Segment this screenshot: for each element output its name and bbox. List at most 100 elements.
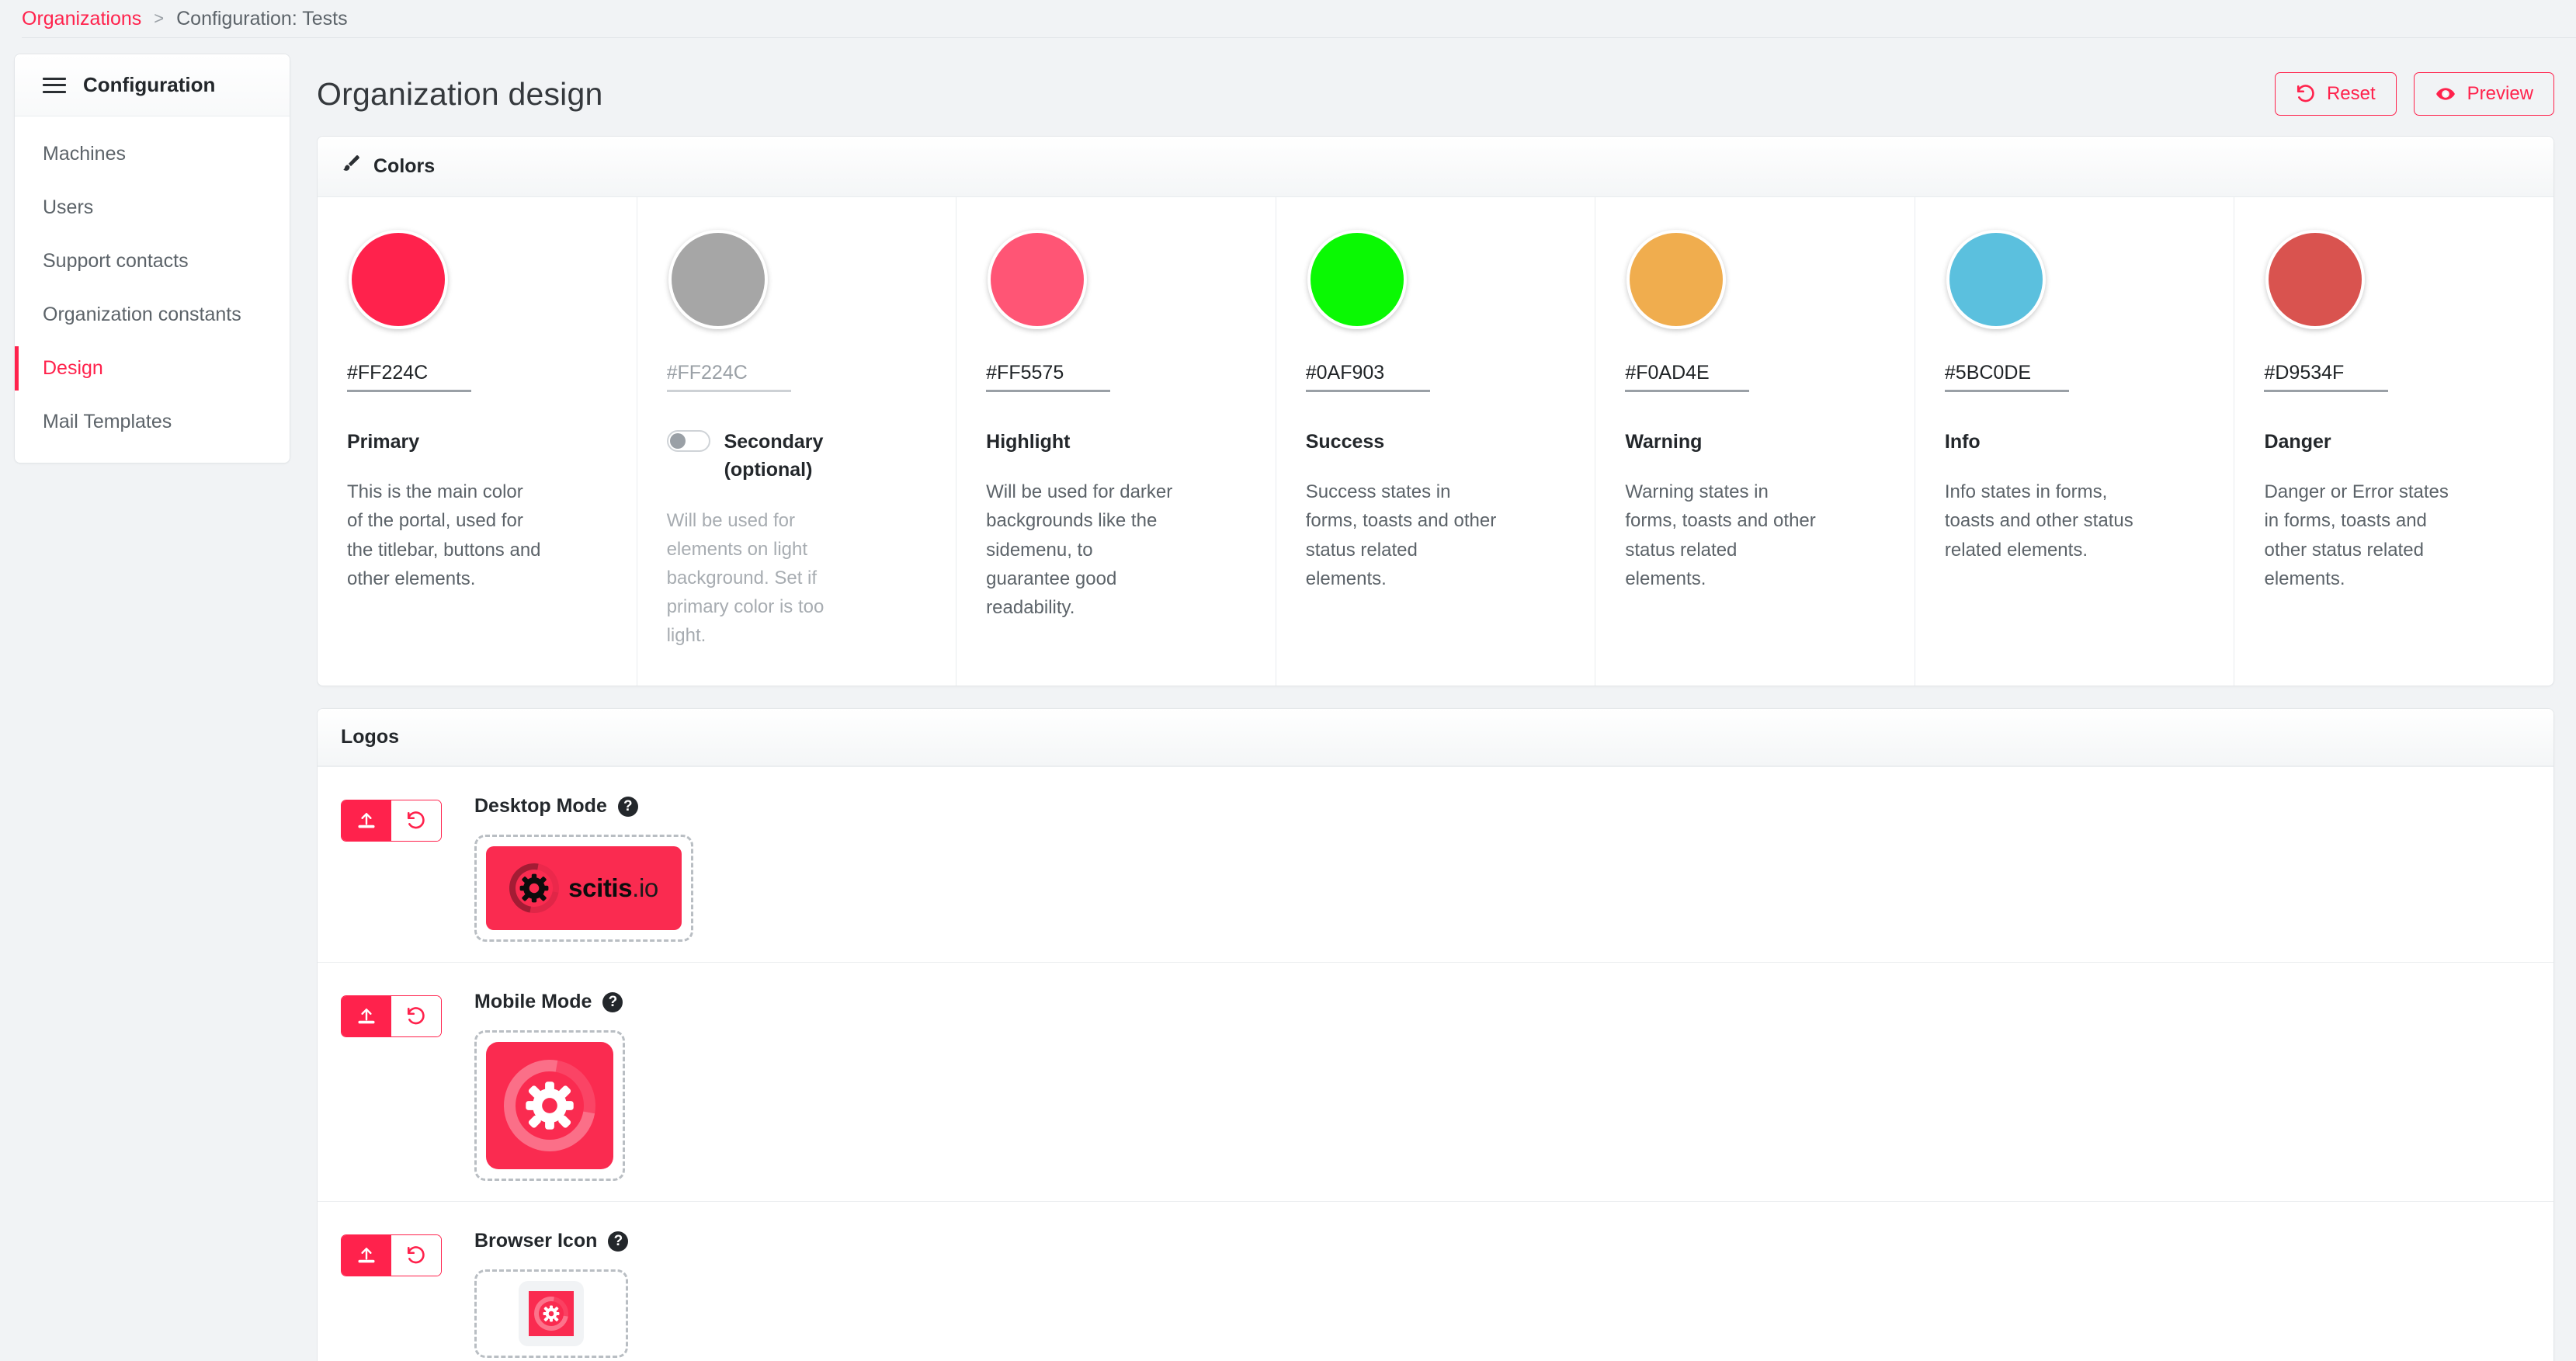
page-shell: Configuration Machines Users Support con… xyxy=(0,38,2576,1361)
sidebar-item-organization-constants[interactable]: Organization constants xyxy=(15,288,290,342)
colors-panel: Colors Primary This is the main color of… xyxy=(317,136,2554,687)
logos-panel-title: Logos xyxy=(341,726,399,748)
color-label-warning: Warning xyxy=(1625,431,1703,453)
logo-meta-desktop: Desktop Mode ? scitis.io xyxy=(474,795,693,943)
logo-row-mobile-mode: Mobile Mode ? xyxy=(318,962,2553,1201)
color-label-highlight: Highlight xyxy=(986,431,1071,453)
color-card-secondary: Secondary (optional) Will be used for el… xyxy=(636,197,956,686)
breadcrumb-separator-icon: > xyxy=(154,9,165,28)
color-swatch-primary[interactable] xyxy=(349,230,448,329)
hex-field-danger[interactable] xyxy=(2264,362,2389,392)
upload-button-desktop[interactable] xyxy=(342,800,391,842)
logos-panel: Logos Desktop Mode ? scitis.io Mobile Mo… xyxy=(317,708,2554,1361)
color-label-success: Success xyxy=(1305,431,1385,453)
sidebar-item-users[interactable]: Users xyxy=(15,181,290,234)
color-swatch-info[interactable] xyxy=(1946,230,2046,329)
upload-button-browser[interactable] xyxy=(342,1235,391,1276)
hex-field-info[interactable] xyxy=(1944,362,2069,392)
color-card-info: Info Info states in forms, toasts and ot… xyxy=(1914,197,2234,686)
sidebar-item-design[interactable]: Design xyxy=(15,342,290,395)
sidebar-item-support-contacts[interactable]: Support contacts xyxy=(15,234,290,288)
hex-input-primary[interactable] xyxy=(347,362,471,384)
logo-label-mobile: Mobile Mode ? xyxy=(474,991,625,1013)
revert-button-mobile[interactable] xyxy=(391,996,441,1037)
hex-input-success[interactable] xyxy=(1305,362,1430,384)
undo-icon xyxy=(407,1246,425,1264)
logo-preview-mobile xyxy=(485,1042,614,1170)
color-card-success: Success Success states in forms, toasts … xyxy=(1275,197,1595,686)
color-swatch-success[interactable] xyxy=(1307,230,1407,329)
revert-button-browser[interactable] xyxy=(391,1235,441,1276)
sidebar-item-machines[interactable]: Machines xyxy=(15,127,290,181)
sidebar: Configuration Machines Users Support con… xyxy=(0,38,317,1361)
gear-icon xyxy=(527,1290,575,1338)
question-mark-icon[interactable]: ? xyxy=(602,991,623,1012)
page-title: Organization design xyxy=(317,75,603,112)
color-card-danger: Danger Danger or Error states in forms, … xyxy=(2234,197,2553,686)
color-card-primary: Primary This is the main color of the po… xyxy=(318,197,637,686)
logo-preview-browser xyxy=(527,1290,575,1338)
colors-grid: Primary This is the main color of the po… xyxy=(318,197,2553,686)
color-description-info: Info states in forms, toasts and other s… xyxy=(1944,481,2133,561)
hex-field-primary[interactable] xyxy=(347,362,471,392)
color-card-highlight: Highlight Will be used for darker backgr… xyxy=(956,197,1276,686)
logo-dropzone-mobile[interactable] xyxy=(474,1030,625,1182)
sidebar-card: Configuration Machines Users Support con… xyxy=(14,54,290,464)
color-label-secondary: Secondary (optional) xyxy=(666,428,927,484)
logo-meta-browser: Browser Icon ? xyxy=(474,1230,629,1359)
secondary-color-toggle[interactable] xyxy=(666,430,710,452)
preview-button[interactable]: Preview xyxy=(2413,72,2554,116)
hex-input-warning[interactable] xyxy=(1625,362,1750,384)
undo-icon xyxy=(407,811,425,829)
logo-label-desktop: Desktop Mode ? xyxy=(474,795,693,818)
color-swatch-highlight[interactable] xyxy=(988,230,1088,329)
question-mark-icon[interactable]: ? xyxy=(617,796,638,817)
page-header: Organization design Reset Preview xyxy=(317,38,2554,136)
breadcrumb-link-organizations[interactable]: Organizations xyxy=(22,8,141,30)
upload-icon xyxy=(358,1009,375,1024)
gear-icon xyxy=(499,853,569,924)
hamburger-icon[interactable] xyxy=(43,77,66,94)
hex-field-secondary[interactable] xyxy=(666,362,791,392)
hex-input-info[interactable] xyxy=(1944,362,2069,384)
hex-field-highlight[interactable] xyxy=(986,362,1111,392)
hex-input-highlight[interactable] xyxy=(986,362,1111,384)
hex-field-success[interactable] xyxy=(1305,362,1430,392)
hex-field-warning[interactable] xyxy=(1625,362,1750,392)
logo-meta-mobile: Mobile Mode ? xyxy=(474,991,625,1182)
color-description-primary: This is the main color of the portal, us… xyxy=(347,481,541,589)
color-swatch-warning[interactable] xyxy=(1626,230,1727,329)
color-swatch-danger[interactable] xyxy=(2265,230,2366,329)
upload-group-mobile xyxy=(341,995,442,1038)
header-actions: Reset Preview xyxy=(2274,72,2554,116)
paintbrush-icon xyxy=(341,154,361,179)
color-label-info: Info xyxy=(1944,431,1981,453)
color-description-warning: Warning states in forms, toasts and othe… xyxy=(1625,481,1816,589)
hex-input-danger[interactable] xyxy=(2264,362,2389,384)
logo-dropzone-browser[interactable] xyxy=(474,1269,629,1359)
logos-panel-header: Logos xyxy=(318,709,2553,767)
upload-button-mobile[interactable] xyxy=(342,996,391,1037)
breadcrumb: Organizations > Configuration: Tests xyxy=(0,0,2576,37)
sidebar-header: Configuration xyxy=(15,54,290,116)
hex-input-secondary[interactable] xyxy=(666,362,791,384)
logo-preview-browser-backdrop xyxy=(519,1281,585,1347)
revert-button-desktop[interactable] xyxy=(391,800,441,842)
question-mark-icon[interactable]: ? xyxy=(608,1231,629,1252)
color-swatch-secondary[interactable] xyxy=(668,230,768,329)
sidebar-item-mail-templates[interactable]: Mail Templates xyxy=(15,395,290,449)
reset-button[interactable]: Reset xyxy=(2274,72,2397,116)
sidebar-title: Configuration xyxy=(83,73,216,96)
upload-icon xyxy=(358,813,375,828)
logo-label-browser: Browser Icon ? xyxy=(474,1230,629,1252)
logo-dropzone-desktop[interactable]: scitis.io xyxy=(474,835,693,943)
logo-wordmark-desktop: scitis.io xyxy=(568,873,658,903)
reset-button-label: Reset xyxy=(2326,83,2376,104)
color-description-highlight: Will be used for darker backgrounds like… xyxy=(986,481,1173,618)
color-card-warning: Warning Warning states in forms, toasts … xyxy=(1595,197,1915,686)
undo-icon xyxy=(2296,84,2316,104)
gear-icon xyxy=(485,1042,614,1170)
undo-icon xyxy=(407,1007,425,1025)
colors-panel-title: Colors xyxy=(373,155,436,177)
color-description-danger: Danger or Error states in forms, toasts … xyxy=(2264,481,2449,589)
